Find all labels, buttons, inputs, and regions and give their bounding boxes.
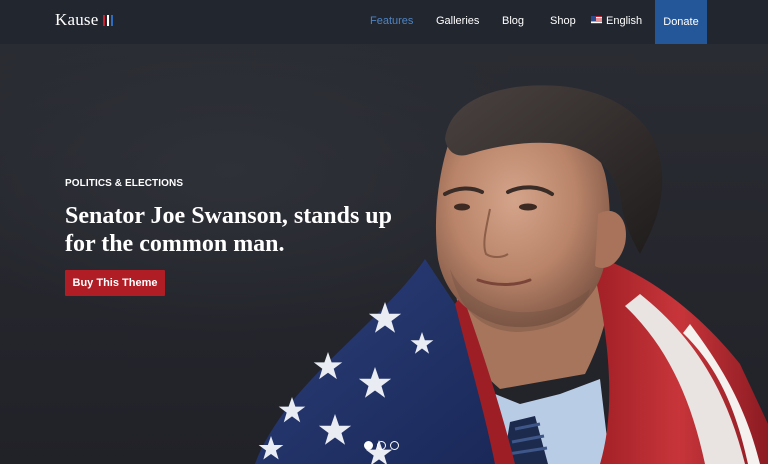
buy-theme-button[interactable]: Buy This Theme	[65, 270, 165, 296]
us-flag-icon	[591, 16, 602, 25]
donate-button[interactable]: Donate	[655, 0, 707, 44]
nav-item-language[interactable]: English	[591, 15, 642, 27]
logo-stripes-icon	[103, 14, 114, 26]
site-header: Kause Features Galleries Blog Shop Engli…	[0, 0, 768, 44]
slider-dot-2[interactable]	[377, 441, 386, 450]
nav-item-blog[interactable]: Blog	[502, 15, 524, 27]
nav-item-features[interactable]: Features	[370, 15, 413, 27]
slider-pagination	[364, 441, 399, 450]
hero-headline-line-2: for the common man.	[65, 231, 285, 257]
language-label: English	[606, 15, 643, 27]
slider-dot-1[interactable]	[364, 441, 373, 450]
site-logo[interactable]: Kause	[55, 9, 114, 31]
nav-item-galleries[interactable]: Galleries	[436, 15, 479, 27]
hero-eyebrow: POLITICS & ELECTIONS	[65, 178, 184, 189]
hero-slider: POLITICS & ELECTIONS Senator Joe Swanson…	[0, 44, 768, 464]
nav-item-shop[interactable]: Shop	[550, 15, 576, 27]
slider-dot-3[interactable]	[390, 441, 399, 450]
logo-text: Kause	[55, 10, 99, 29]
hero-headline-line-1: Senator Joe Swanson, stands up	[65, 203, 392, 229]
hero-headline: Senator Joe Swanson, stands up for the c…	[65, 202, 425, 258]
